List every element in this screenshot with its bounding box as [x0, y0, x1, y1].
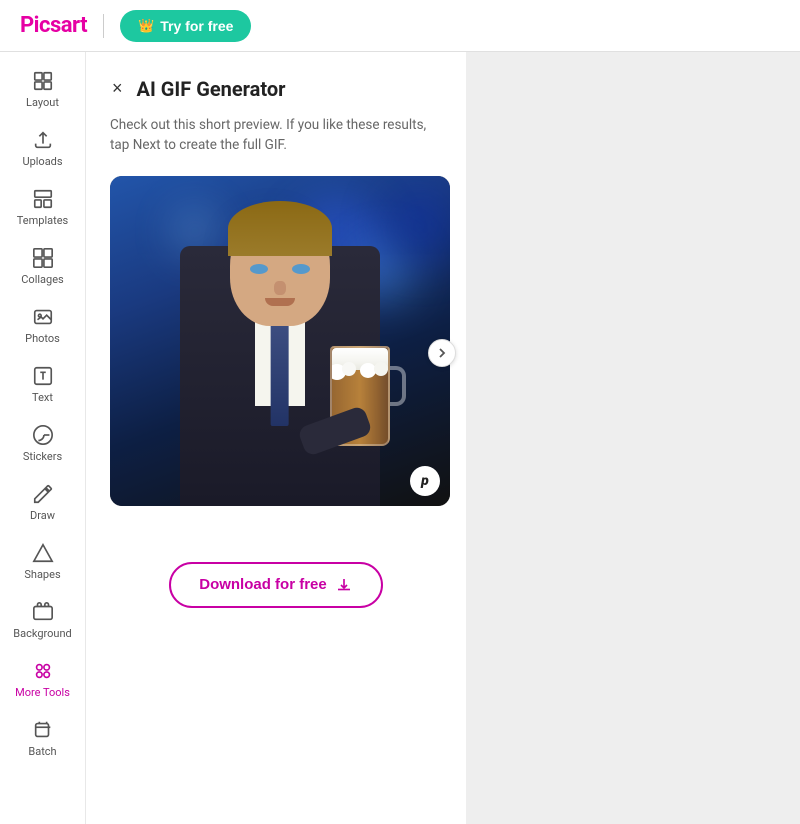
sidebar-item-label-collages: Collages [21, 273, 63, 286]
header: Picsart 👑 Try for free [0, 0, 800, 52]
close-button[interactable]: × [110, 76, 125, 101]
sidebar-item-label-text: Text [32, 391, 53, 404]
download-button[interactable]: Download for free [169, 562, 383, 608]
ai-gif-panel: × AI GIF Generator Check out this short … [86, 52, 466, 824]
sidebar-item-batch[interactable]: Batch [7, 711, 79, 766]
sidebar-item-label-more-tools: More Tools [15, 686, 70, 699]
layout-icon [32, 70, 54, 92]
sidebar-item-text[interactable]: Text [7, 357, 79, 412]
sidebar-item-collages[interactable]: Collages [7, 239, 79, 294]
gif-canvas [110, 176, 450, 506]
close-icon: × [112, 78, 123, 99]
sidebar: Layout Uploads Templates [0, 52, 86, 824]
content-area: × AI GIF Generator Check out this short … [86, 52, 800, 824]
canvas-area [466, 52, 800, 824]
sidebar-item-label-shapes: Shapes [24, 568, 60, 581]
background-icon [32, 601, 54, 623]
picsart-watermark: p [410, 466, 440, 496]
stickers-icon [32, 424, 54, 446]
collages-icon [32, 247, 54, 269]
sidebar-item-label-batch: Batch [28, 745, 56, 758]
photos-icon [32, 306, 54, 328]
download-icon [335, 576, 353, 594]
sidebar-item-shapes[interactable]: Shapes [7, 534, 79, 589]
panel-header: × AI GIF Generator [110, 76, 442, 101]
logo: Picsart [20, 13, 87, 38]
sidebar-item-layout[interactable]: Layout [7, 62, 79, 117]
sidebar-item-label-photos: Photos [25, 332, 60, 345]
download-button-container: Download for free [110, 558, 442, 608]
try-for-free-button[interactable]: 👑 Try for free [120, 10, 251, 42]
templates-icon [32, 188, 54, 210]
sidebar-item-uploads[interactable]: Uploads [7, 121, 79, 176]
panel-description: Check out this short preview. If you lik… [110, 115, 442, 156]
gif-preview-wrapper: p [110, 176, 442, 530]
sidebar-item-background[interactable]: Background [7, 593, 79, 648]
more-tools-icon [32, 660, 54, 682]
sidebar-item-stickers[interactable]: Stickers [7, 416, 79, 471]
main-layout: Layout Uploads Templates [0, 52, 800, 824]
crown-icon: 👑 [138, 18, 154, 34]
uploads-icon [32, 129, 54, 151]
header-divider [103, 14, 104, 38]
draw-icon [32, 483, 54, 505]
gif-preview: p [110, 176, 450, 506]
download-label: Download for free [199, 576, 327, 593]
sidebar-item-templates[interactable]: Templates [7, 180, 79, 235]
try-button-label: Try for free [160, 18, 233, 34]
sidebar-item-draw[interactable]: Draw [7, 475, 79, 530]
sidebar-item-more-tools[interactable]: More Tools [7, 652, 79, 707]
sidebar-item-label-draw: Draw [30, 509, 55, 522]
sidebar-item-label-layout: Layout [26, 96, 59, 109]
shapes-icon [32, 542, 54, 564]
chevron-right-button[interactable] [428, 339, 456, 367]
sidebar-item-label-templates: Templates [17, 214, 68, 227]
sidebar-item-label-uploads: Uploads [22, 155, 62, 168]
sidebar-item-label-background: Background [13, 627, 71, 640]
text-icon [32, 365, 54, 387]
panel-title: AI GIF Generator [137, 77, 286, 101]
sidebar-item-label-stickers: Stickers [23, 450, 62, 463]
batch-icon [32, 719, 54, 741]
sidebar-item-photos[interactable]: Photos [7, 298, 79, 353]
